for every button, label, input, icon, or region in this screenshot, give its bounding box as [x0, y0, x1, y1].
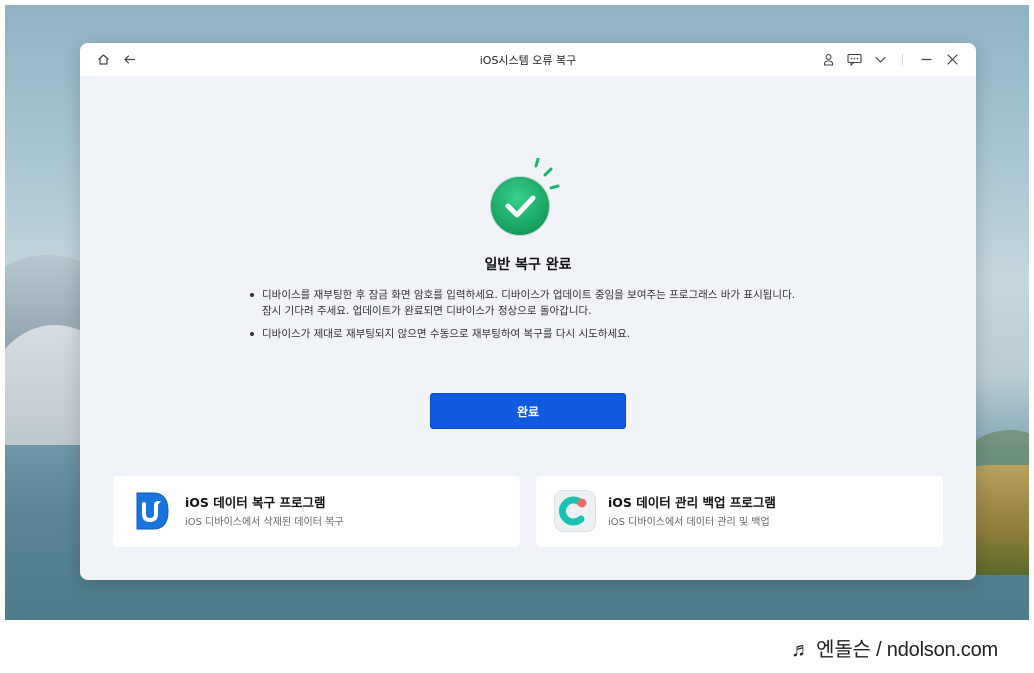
watermark-text: ♬ 엔돌슨 / ndolson.com: [790, 639, 998, 661]
success-check-icon: [490, 158, 560, 238]
feedback-icon[interactable]: [846, 51, 862, 67]
data-recovery-promo-card[interactable]: iOS 데이터 복구 프로그램 iOS 디바이스에서 삭제된 데이터 복구: [113, 476, 520, 547]
wallpaper-trees: [969, 430, 1029, 470]
promo-description: iOS 디바이스에서 삭제된 데이터 복구: [185, 517, 344, 528]
titlebar: iOS시스템 오류 복구: [80, 43, 976, 76]
instruction-list: 디바이스를 재부팅한 후 잠금 화면 암호를 입력하세요. 디바이스가 업데이트…: [248, 287, 808, 349]
account-icon[interactable]: [820, 51, 836, 67]
data-backup-promo-card[interactable]: iOS 데이터 관리 백업 프로그램 iOS 디바이스에서 데이터 관리 및 백…: [536, 476, 943, 547]
titlebar-divider: [902, 54, 903, 65]
promo-description: iOS 디바이스에서 데이터 관리 및 백업: [608, 517, 770, 528]
instruction-item: 디바이스를 재부팅한 후 잠금 화면 암호를 입력하세요. 디바이스가 업데이트…: [248, 287, 808, 319]
data-backup-app-icon: [554, 490, 596, 532]
minimize-icon[interactable]: [918, 51, 934, 67]
app-window: iOS시스템 오류 복구 일반 복구 완료 디바이스를 재부팅한 후 잠금 화면…: [80, 43, 976, 580]
menu-dropdown-icon[interactable]: [872, 51, 888, 67]
instruction-item: 디바이스가 제대로 재부팅되지 않으면 수동으로 재부팅하여 복구를 다시 시도…: [248, 326, 808, 342]
data-recovery-app-icon: [131, 490, 173, 532]
result-title: 일반 복구 완료: [484, 257, 572, 273]
promo-title: iOS 데이터 복구 프로그램: [185, 495, 326, 510]
done-button[interactable]: 완료: [430, 393, 626, 429]
promo-title: iOS 데이터 관리 백업 프로그램: [608, 495, 776, 510]
close-icon[interactable]: [944, 51, 960, 67]
window-title: iOS시스템 오류 복구: [479, 54, 577, 67]
